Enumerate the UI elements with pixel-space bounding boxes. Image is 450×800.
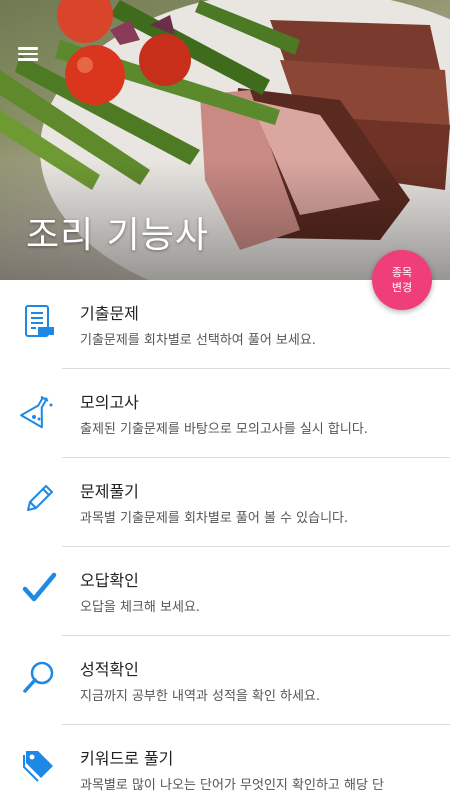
menu-item-title: 모의고사 (80, 393, 139, 412)
menu-item-title: 키워드로 풀기 (80, 749, 174, 768)
tag-icon (23, 751, 53, 782)
menu-list: 기출문제 기출문제를 회차별로 선택하여 풀어 보세요. 모의고사 출제된 기출… (0, 280, 450, 800)
exam-sheet-icon (25, 305, 54, 337)
flask-icon (20, 395, 53, 429)
change-subject-button[interactable]: 종목 변경 (372, 250, 432, 310)
menu-item-desc: 오답을 체크해 보세요. (80, 600, 201, 615)
header-image: 조리 기능사 (0, 0, 450, 280)
menu-item-wrong-answers[interactable]: 오답확인 오답을 체크해 보세요. (0, 547, 450, 636)
menu-item-mock-exam[interactable]: 모의고사 출제된 기출문제를 바탕으로 모의고사를 실시 합니다. (0, 369, 450, 458)
menu-item-title: 기출문제 (80, 304, 139, 323)
menu-item-desc: 지금까지 공부한 내역과 성적을 확인 하세요. (80, 689, 321, 704)
menu-item-title: 성적확인 (80, 660, 139, 679)
menu-item-title: 문제풀기 (80, 482, 139, 501)
checkmark-icon (22, 572, 57, 602)
page-title: 조리 기능사 (26, 215, 210, 256)
menu-item-desc: 출제된 기출문제를 바탕으로 모의고사를 실시 합니다. (80, 422, 368, 437)
change-button-label-line1: 종목 (391, 266, 413, 279)
menu-item-solve-problems[interactable]: 문제풀기 과목별 기출문제를 회차별로 풀어 볼 수 있습니다. (0, 458, 450, 547)
menu-item-score[interactable]: 성적확인 지금까지 공부한 내역과 성적을 확인 하세요. (0, 636, 450, 725)
pencil-icon (27, 485, 53, 511)
magnifier-icon (23, 661, 54, 693)
menu-item-desc: 과목별로 많이 나오는 단어가 무엇인지 확인하고 해당 단 (80, 778, 385, 793)
menu-item-title: 오답확인 (80, 571, 139, 590)
menu-item-desc: 과목별 기출문제를 회차별로 풀어 볼 수 있습니다. (80, 511, 349, 526)
menu-item-keywords[interactable]: 키워드로 풀기 과목별로 많이 나오는 단어가 무엇인지 확인하고 해당 단 (0, 725, 450, 800)
menu-item-desc: 기출문제를 회차별로 선택하여 풀어 보세요. (80, 333, 316, 348)
hamburger-menu-icon[interactable] (16, 44, 44, 68)
change-button-label-line2: 변경 (391, 281, 413, 294)
